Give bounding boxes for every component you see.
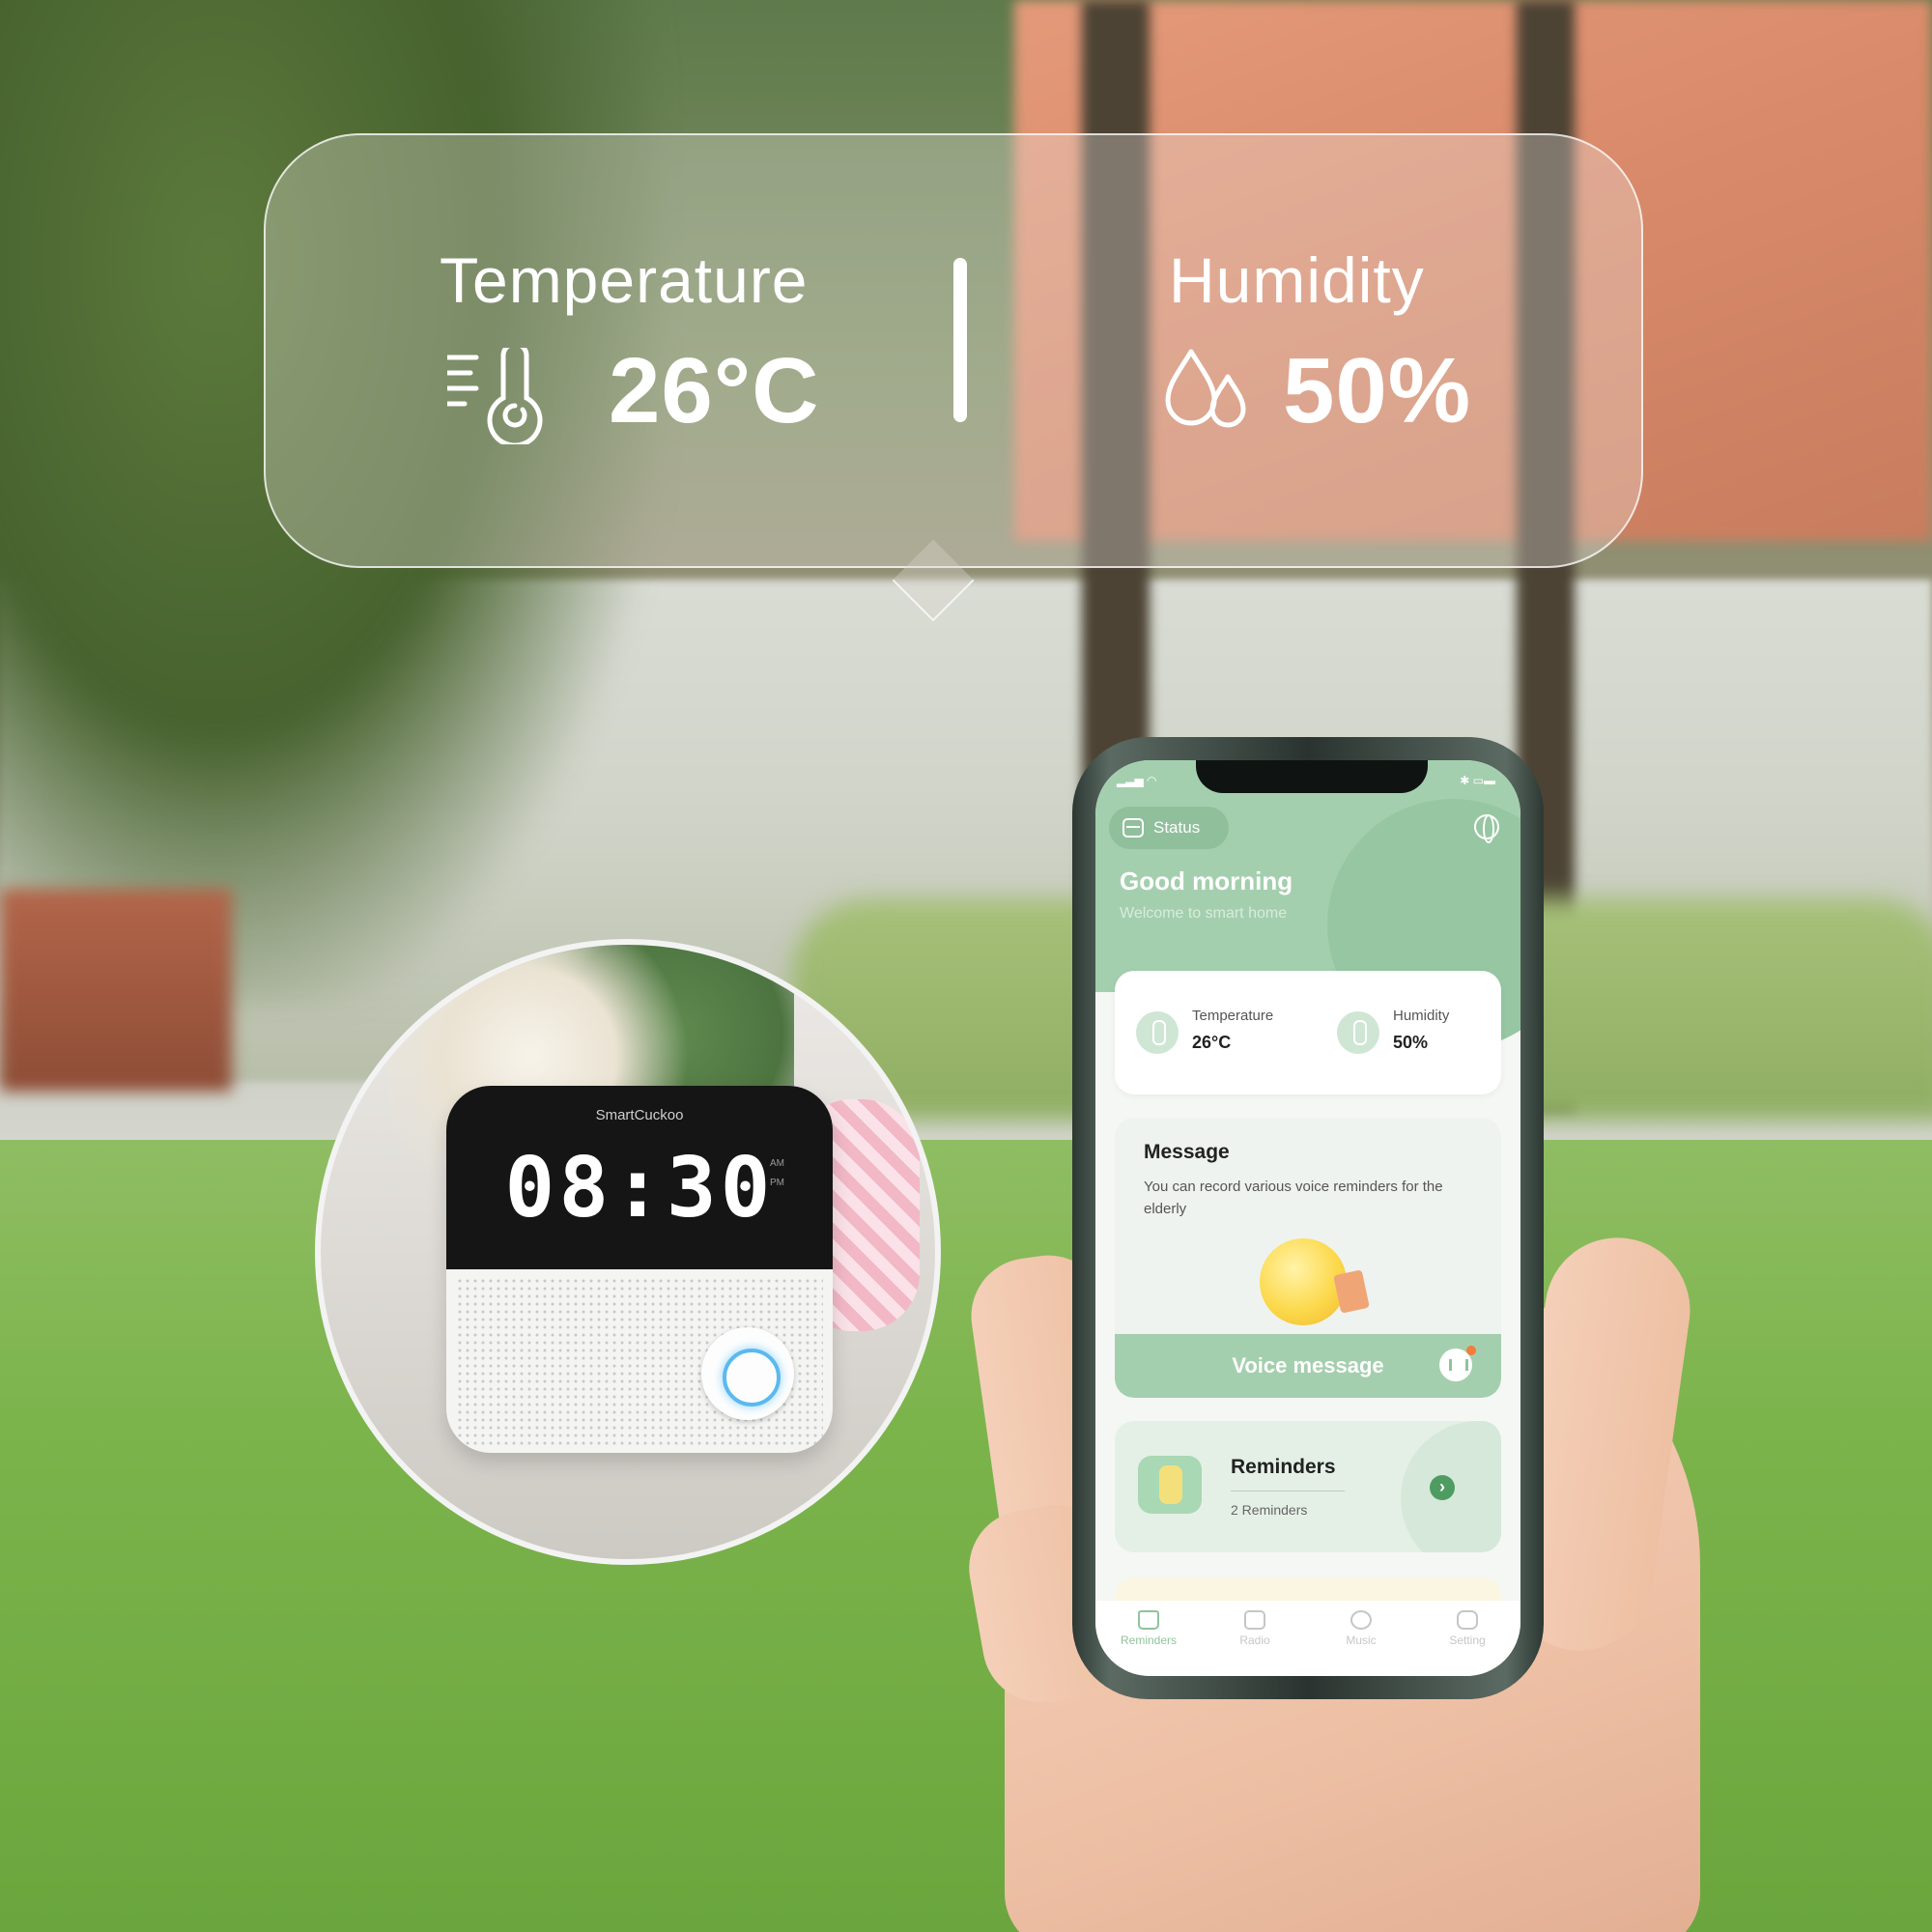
chevron-right-icon[interactable]: › [1430,1475,1455,1500]
clock-time: 08:30 [504,1140,775,1236]
clock-display: SmartCuckoo 08:30 AM PM [446,1086,833,1269]
bottom-tab-bar: Reminders Radio Music Setting [1095,1601,1520,1676]
reminders-count: 2 Reminders [1231,1502,1308,1518]
clock-brand-logo: SmartCuckoo [595,1107,684,1123]
bubble-temperature-value: 26°C [609,339,820,442]
background-brick-wall [0,889,232,1092]
gear-icon [1457,1610,1478,1630]
message-title: Message [1144,1141,1230,1163]
mascot-illustration [1260,1238,1347,1325]
notification-dot [1466,1346,1476,1355]
sensor-humidity-label: Humidity [1393,1008,1450,1024]
radio-icon [1244,1610,1265,1630]
app-header: ▂▃▅ ◠ ✱ ▭▬ Status Good morning Welcome t… [1095,760,1520,1050]
globe-icon[interactable] [1474,814,1499,843]
reminders-card[interactable]: Reminders 2 Reminders › [1115,1421,1501,1552]
thermometer-icon [447,348,543,444]
welcome-subtitle: Welcome to smart home [1120,905,1288,922]
message-description: You can record various voice reminders f… [1144,1179,1443,1217]
bubble-temperature-label: Temperature [440,244,809,316]
tab-reminders[interactable]: Reminders [1105,1610,1192,1676]
tab-label: Music [1346,1634,1377,1647]
clock-control-knob [701,1327,794,1420]
clock-pm-indicator: PM [770,1178,784,1188]
product-photo: SmartCuckoo 08:30 AM PM [315,939,941,1565]
water-drop-icon [1337,1011,1379,1054]
message-card: Message You can record various voice rem… [1115,1118,1501,1398]
thermometer-icon [1136,1011,1179,1054]
alarm-clock-device: SmartCuckoo 08:30 AM PM [446,1086,833,1453]
reminder-icon [1138,1456,1202,1514]
battery-icon: ✱ ▭▬ [1460,774,1495,787]
water-drops-icon [1165,349,1246,428]
sensor-card: Temperature 26°C Humidity 50% [1115,971,1501,1094]
phone-notch [1196,760,1428,793]
sensor-bubble: Temperature 26°C Humidity 50% [264,133,1643,568]
tab-label: Radio [1239,1634,1270,1647]
sensor-temperature-label: Temperature [1192,1008,1274,1024]
bubble-humidity-value: 50% [1283,339,1472,442]
device-icon [1122,818,1144,838]
reminders-title: Reminders [1231,1456,1336,1478]
reminders-divider [1231,1491,1345,1492]
status-button[interactable]: Status [1109,807,1229,849]
music-icon [1350,1610,1372,1630]
greeting-title: Good morning [1120,867,1293,895]
sensor-humidity-value: 50% [1393,1033,1429,1052]
tab-setting[interactable]: Setting [1424,1610,1511,1676]
tab-radio[interactable]: Radio [1211,1610,1298,1676]
voice-message-button[interactable]: Voice message [1115,1334,1501,1398]
sensor-temperature-value: 26°C [1192,1033,1232,1052]
bubble-divider [953,258,967,422]
clock-am-indicator: AM [770,1158,784,1169]
home-icon [1138,1610,1159,1630]
bubble-humidity-label: Humidity [1169,244,1425,316]
tab-music[interactable]: Music [1318,1610,1405,1676]
app-screen: ▂▃▅ ◠ ✱ ▭▬ Status Good morning Welcome t… [1095,760,1520,1676]
tab-label: Setting [1449,1634,1486,1647]
smartphone: ▂▃▅ ◠ ✱ ▭▬ Status Good morning Welcome t… [1072,737,1544,1699]
tab-label: Reminders [1120,1634,1178,1647]
signal-wifi-icon: ▂▃▅ ◠ [1117,774,1157,787]
status-button-label: Status [1153,818,1201,837]
